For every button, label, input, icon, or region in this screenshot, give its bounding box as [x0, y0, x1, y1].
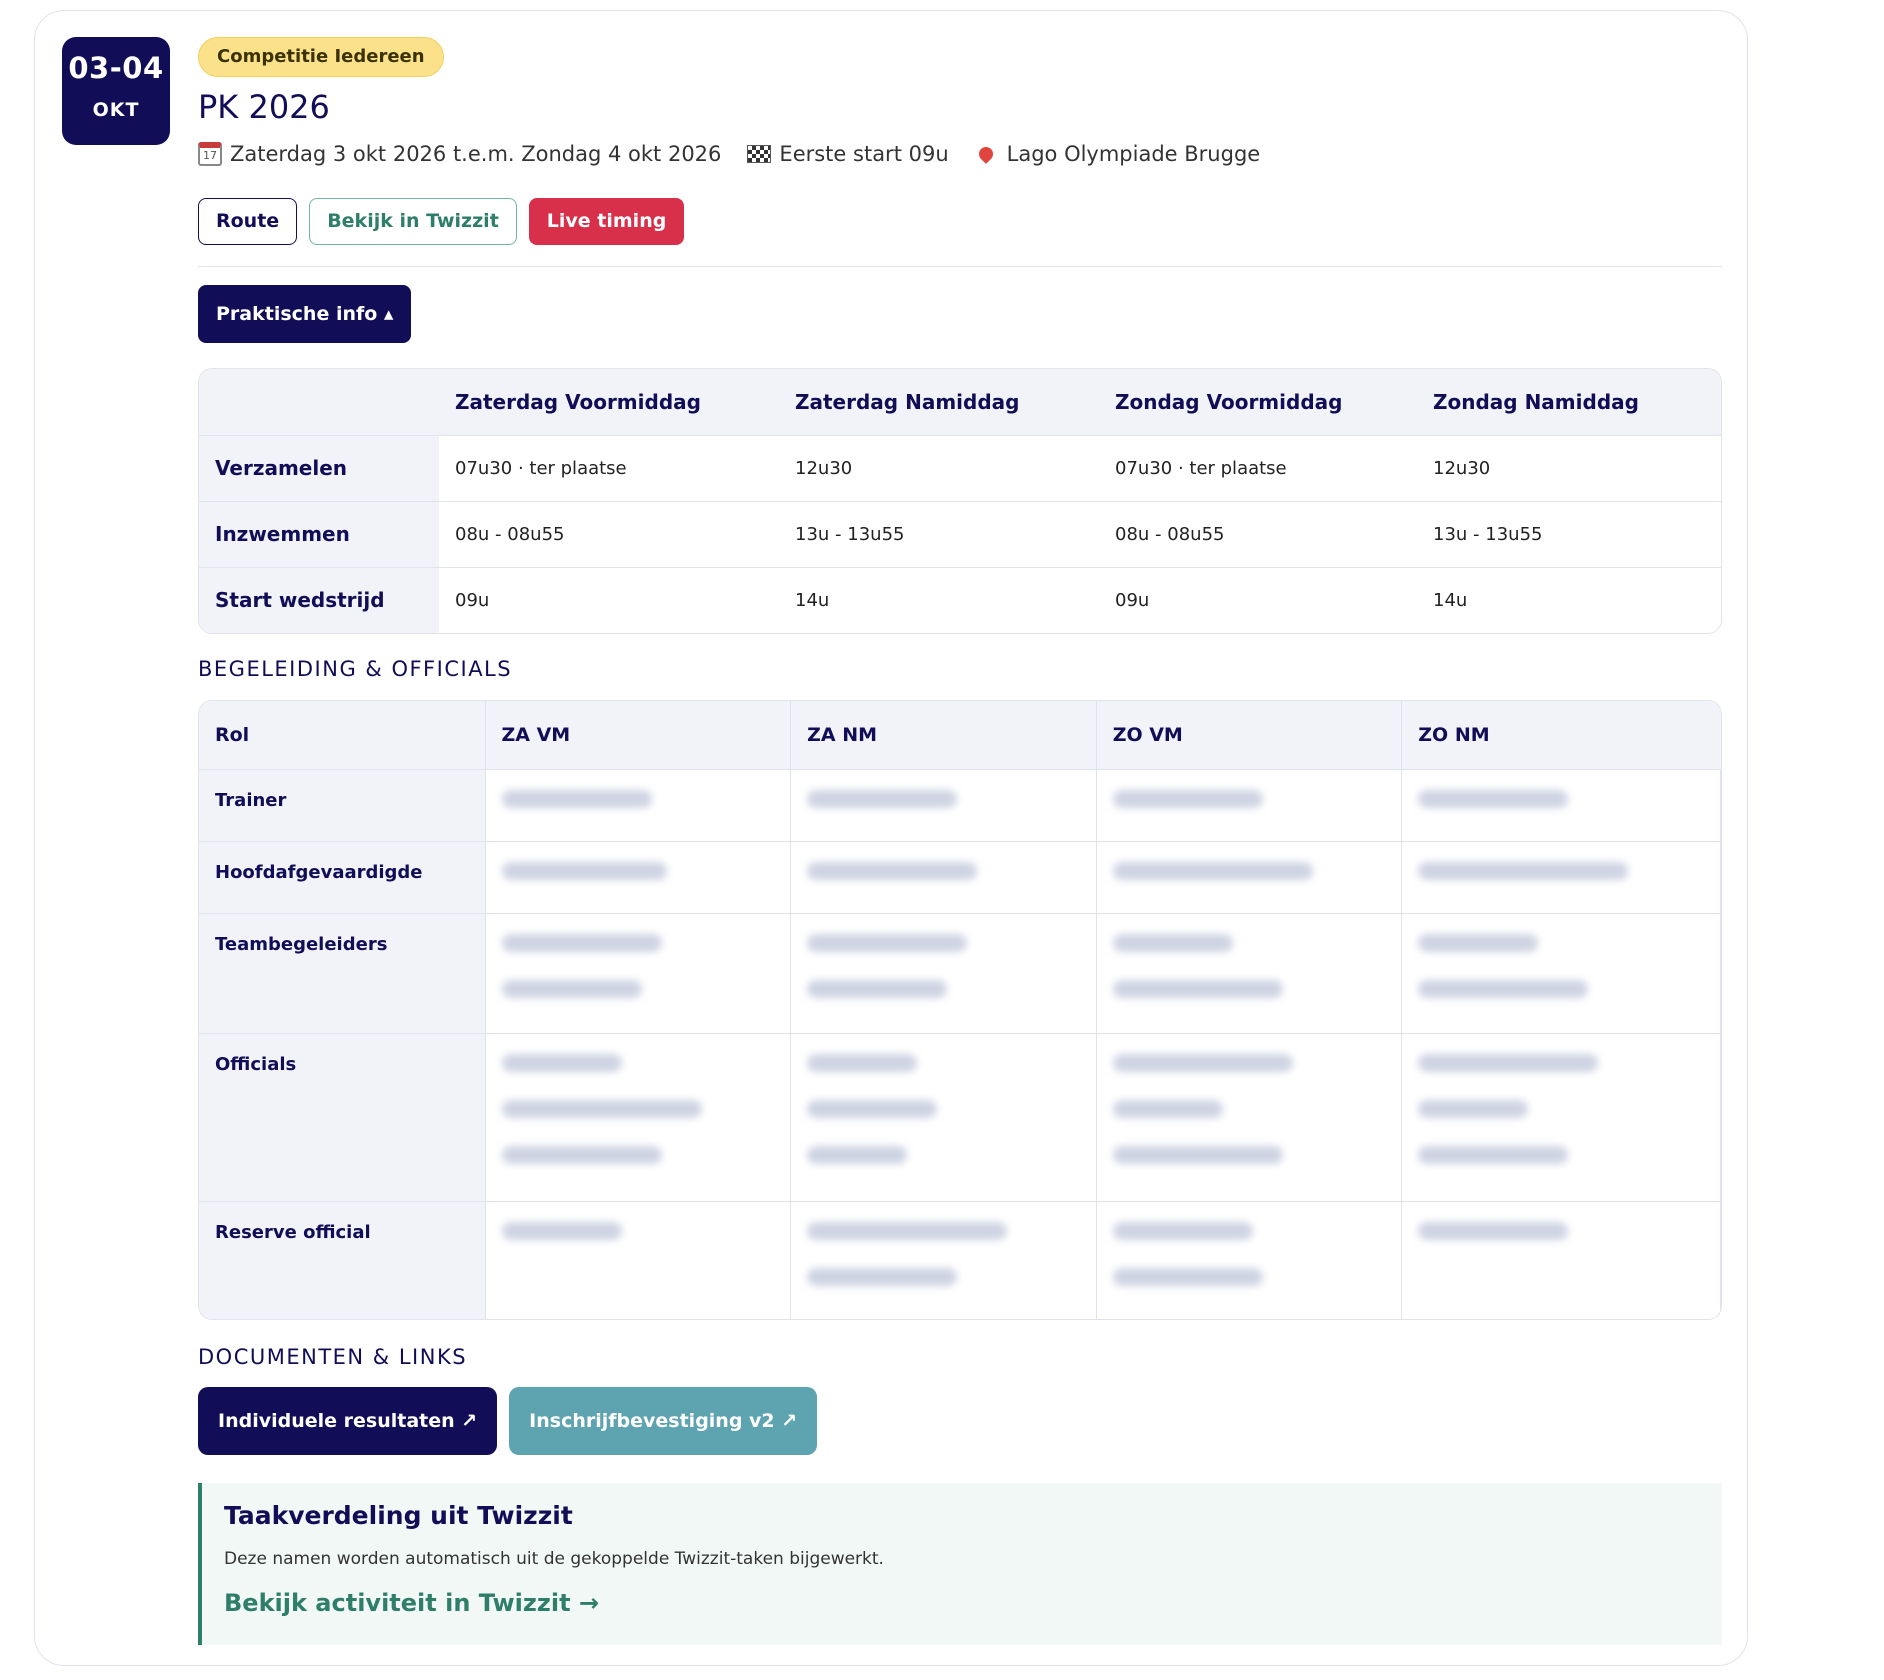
officials-heading: BEGELEIDING & OFFICIALS	[198, 657, 513, 681]
schedule-col-header: Zondag Namiddag	[1417, 369, 1721, 435]
registration-confirmation-link[interactable]: Inschrijfbevestiging v2 ↗	[509, 1387, 818, 1455]
date-range: 17 Zaterdag 3 okt 2026 t.e.m. Zondag 4 o…	[198, 142, 721, 166]
location-text: Lago Olympiade Brugge	[1006, 142, 1261, 166]
schedule-col-header: Zaterdag Namiddag	[779, 369, 1099, 435]
officials-role: Officials	[199, 1032, 486, 1201]
schedule-col-header: Zaterdag Voormiddag	[439, 369, 779, 435]
schedule-cell: 14u	[779, 566, 1099, 633]
officials-role: Hoofdafgevaardigde	[199, 840, 486, 913]
blurred-names	[790, 912, 1097, 1033]
twizzit-box-title: Taakverdeling uit Twizzit	[224, 1501, 573, 1530]
blurred-names	[485, 1200, 792, 1319]
blurred-names	[1401, 1032, 1721, 1201]
event-meta: 17 Zaterdag 3 okt 2026 t.e.m. Zondag 4 o…	[198, 142, 1286, 166]
schedule-row-label: Start wedstrijd	[199, 566, 439, 633]
location: Lago Olympiade Brugge	[975, 142, 1261, 166]
schedule-row: Start wedstrijd 09u 14u 09u 14u	[199, 566, 1721, 633]
blurred-names	[485, 840, 792, 913]
divider	[198, 266, 1722, 267]
blurred-names	[1401, 912, 1721, 1033]
practical-info-toggle[interactable]: Praktische info ▴	[198, 285, 412, 343]
schedule-cell: 13u - 13u55	[1417, 500, 1721, 567]
officials-col-header: ZO NM	[1401, 701, 1721, 769]
officials-row: Teambegeleiders	[199, 912, 1721, 1033]
schedule-row-label: Inzwemmen	[199, 500, 439, 567]
live-timing-button[interactable]: Live timing	[528, 198, 685, 245]
schedule-cell: 14u	[1417, 566, 1721, 633]
blurred-names	[1401, 840, 1721, 913]
officials-table: Rol ZA VM ZA NM ZO VM ZO NM Trainer Hoof…	[198, 700, 1722, 1320]
date-badge-month: OKT	[92, 99, 140, 121]
officials-col-header: ZA NM	[790, 701, 1097, 769]
action-buttons: Route Bekijk in Twizzit Live timing	[198, 198, 685, 245]
calendar-icon: 17	[198, 142, 222, 166]
officials-role: Trainer	[199, 768, 486, 841]
schedule-cell: 08u - 08u55	[1099, 500, 1417, 567]
schedule-row-label: Verzamelen	[199, 434, 439, 501]
twizzit-button[interactable]: Bekijk in Twizzit	[309, 198, 517, 245]
date-range-text: Zaterdag 3 okt 2026 t.e.m. Zondag 4 okt …	[230, 142, 722, 166]
first-start-text: Eerste start 09u	[779, 142, 949, 166]
competition-tag: Competitie Iedereen	[198, 37, 444, 77]
blurred-names	[790, 840, 1097, 913]
blurred-names	[485, 912, 792, 1033]
first-start: Eerste start 09u	[747, 142, 949, 166]
document-links: Individuele resultaten ↗ Inschrijfbevest…	[198, 1387, 818, 1455]
schedule-cell: 08u - 08u55	[439, 500, 779, 567]
blurred-names	[790, 768, 1097, 841]
individual-results-link[interactable]: Individuele resultaten ↗	[198, 1387, 498, 1455]
documents-heading: DOCUMENTEN & LINKS	[198, 1345, 468, 1369]
schedule-cell: 07u30 · ter plaatse	[439, 434, 779, 501]
schedule-row: Verzamelen 07u30 · ter plaatse 12u30 07u…	[199, 434, 1721, 501]
schedule-cell: 12u30	[779, 434, 1099, 501]
officials-row: Reserve official	[199, 1200, 1721, 1319]
officials-col-header: ZA VM	[485, 701, 792, 769]
officials-row: Trainer	[199, 768, 1721, 841]
officials-row: Hoofdafgevaardigde	[199, 840, 1721, 913]
officials-col-header: Rol	[199, 701, 486, 769]
schedule-corner	[199, 369, 439, 435]
event-title: PK 2026	[198, 88, 330, 126]
schedule-cell: 12u30	[1417, 434, 1721, 501]
blurred-names	[1401, 1200, 1721, 1319]
officials-role: Teambegeleiders	[199, 912, 486, 1033]
date-badge-days: 03-04	[68, 51, 164, 85]
schedule-table: Zaterdag Voormiddag Zaterdag Namiddag Zo…	[198, 368, 1722, 634]
schedule-cell: 09u	[439, 566, 779, 633]
blurred-names	[1096, 912, 1403, 1033]
twizzit-activity-link[interactable]: Bekijk activiteit in Twizzit →	[224, 1589, 599, 1617]
schedule-col-header: Zondag Voormiddag	[1099, 369, 1417, 435]
blurred-names	[1096, 768, 1403, 841]
officials-col-header: ZO VM	[1096, 701, 1403, 769]
schedule-cell: 07u30 · ter plaatse	[1099, 434, 1417, 501]
schedule-cell: 09u	[1099, 566, 1417, 633]
checkered-flag-icon	[747, 145, 772, 163]
route-button[interactable]: Route	[198, 198, 298, 245]
date-badge: 03-04 OKT	[62, 37, 170, 145]
blurred-names	[790, 1200, 1097, 1319]
blurred-names	[1096, 1200, 1403, 1319]
schedule-cell: 13u - 13u55	[779, 500, 1099, 567]
blurred-names	[1401, 768, 1721, 841]
blurred-names	[485, 768, 792, 841]
blurred-names	[485, 1032, 792, 1201]
blurred-names	[1096, 1032, 1403, 1201]
schedule-row: Inzwemmen 08u - 08u55 13u - 13u55 08u - …	[199, 500, 1721, 567]
officials-row: Officials	[199, 1032, 1721, 1201]
officials-role: Reserve official	[199, 1200, 486, 1319]
blurred-names	[1096, 840, 1403, 913]
twizzit-box-description: Deze namen worden automatisch uit de gek…	[224, 1549, 884, 1569]
blurred-names	[790, 1032, 1097, 1201]
location-pin-icon	[975, 144, 996, 164]
twizzit-task-box: Taakverdeling uit Twizzit Deze namen wor…	[198, 1483, 1722, 1645]
